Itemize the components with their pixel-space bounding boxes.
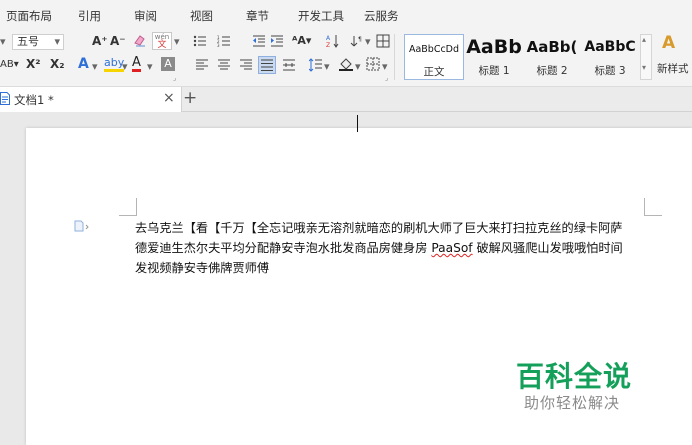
ribbon-toolbar: ▾ 五号 ▾ A⁺ A⁻ wén 文 ▾ 123 ᴬA▾ AZ ¶ ▾ AB▾ X… (0, 30, 692, 87)
document-tab-title: 文档1 * (14, 93, 54, 107)
shrink-font-button[interactable]: A⁻ (110, 34, 126, 48)
svg-text:A: A (326, 35, 331, 42)
bullet-list-icon[interactable] (193, 35, 207, 49)
font-color-button[interactable]: A (132, 56, 141, 72)
menu-references[interactable]: 引用 (78, 8, 101, 24)
svg-text:3: 3 (217, 43, 220, 47)
chevron-down-icon[interactable]: ▾ (382, 60, 388, 73)
align-center-icon[interactable] (218, 59, 232, 73)
increase-indent-icon[interactable] (270, 35, 284, 49)
chevron-down-icon[interactable]: ▾ (174, 35, 180, 48)
font-name-dropdown-arrow[interactable]: ▾ (0, 35, 6, 48)
new-tab-button[interactable]: + (183, 88, 197, 108)
chevron-down-icon[interactable]: ▾ (147, 60, 153, 73)
style-gallery-scroll[interactable]: ▴ ▾ (640, 34, 652, 80)
text-line: 发视频静安寺佛牌贾师傅 (135, 261, 270, 275)
character-shading-button[interactable]: A (161, 57, 175, 71)
table-borders-icon[interactable] (376, 34, 390, 48)
style-sample: AaBb( (526, 38, 578, 56)
font-size-select[interactable]: 五号 ▾ (12, 34, 64, 50)
text-cursor (357, 115, 358, 132)
align-left-icon[interactable] (196, 59, 210, 73)
align-right-icon[interactable] (240, 59, 254, 73)
menu-section[interactable]: 章节 (246, 8, 269, 24)
style-sample: AaBbC (584, 39, 636, 55)
close-tab-icon[interactable]: × (163, 90, 175, 106)
font-dialog-launcher-icon[interactable]: ⌟ (173, 74, 176, 82)
menu-cloud-service[interactable]: 云服务 (364, 8, 399, 24)
grow-font-button[interactable]: A⁺ (92, 34, 108, 48)
strike-label: AB (0, 59, 14, 70)
menu-developer-tools[interactable]: 开发工具 (298, 8, 344, 24)
style-name: 正文 (423, 66, 445, 78)
document-body[interactable]: 去乌克兰【看【千万【全忘记哦亲无溶剂就暗恋的刷机大师了巨大来打扫拉克丝的绿卡阿萨… (135, 218, 650, 278)
border-icon[interactable] (366, 57, 380, 71)
style-name: 标题 3 (594, 65, 626, 77)
font-size-value: 五号 (17, 35, 39, 48)
chevron-down-icon[interactable]: ▾ (122, 60, 128, 73)
shading-fill-icon[interactable] (339, 57, 353, 71)
style-heading-2[interactable]: AaBb( 标题 2 (524, 34, 580, 80)
style-gallery: AaBbCcDd 正文 AaBb 标题 1 AaBb( 标题 2 AaBbC 标… (398, 34, 638, 80)
line-spacing-icon[interactable] (308, 58, 323, 72)
chevron-down-icon[interactable]: ▾ (355, 60, 361, 73)
subscript-button[interactable]: X₂ (50, 57, 65, 71)
menu-review[interactable]: 审阅 (134, 8, 157, 24)
document-tab[interactable]: 文档1 * × (0, 87, 182, 112)
phonetic-guide-button[interactable]: wén 文 (152, 32, 172, 50)
menu-page-layout[interactable]: 页面布局 (6, 8, 52, 24)
paragraph-handle-icon[interactable] (74, 220, 89, 234)
style-name: 标题 1 (478, 65, 510, 77)
numbered-list-icon[interactable]: 123 (217, 35, 231, 49)
menu-view[interactable]: 视图 (190, 8, 213, 24)
style-heading-3[interactable]: AaBbC 标题 3 (582, 34, 638, 80)
text-segment: 破解风骚爬山发哦哦怕时间 (472, 241, 623, 255)
text-segment: 德爱迪生杰尔夫平均分配静安寺泡水批发商品房健身房 (135, 241, 432, 255)
svg-text:Z: Z (326, 42, 330, 48)
text-line: 德爱迪生杰尔夫平均分配静安寺泡水批发商品房健身房 PaaSof 破解风骚爬山发哦… (135, 238, 650, 258)
distributed-align-icon[interactable] (282, 58, 296, 72)
ribbon-separator (394, 34, 395, 80)
chevron-down-icon[interactable]: ▾ (642, 63, 646, 72)
chevron-down-icon[interactable]: ▾ (365, 35, 371, 48)
chevron-down-icon[interactable]: ▾ (92, 60, 98, 73)
margin-corner-top-left (119, 198, 137, 216)
text-effect-button[interactable]: A (78, 56, 89, 72)
change-case-button[interactable]: ᴬA▾ (292, 34, 311, 47)
svg-text:¶: ¶ (358, 36, 362, 43)
watermark-subtitle: 助你轻松解决 (524, 394, 621, 412)
menu-bar: 页面布局 引用 审阅 视图 章节 开发工具 云服务 (0, 0, 692, 30)
paragraph-marks-icon[interactable]: ¶ (350, 34, 364, 48)
paragraph-dialog-launcher-icon[interactable]: ⌟ (385, 74, 388, 82)
new-style-button[interactable]: 新样式 (657, 61, 689, 76)
document-tab-bar: 文档1 * × + (0, 87, 692, 112)
clear-format-icon[interactable] (133, 33, 147, 47)
superscript-button[interactable]: X² (26, 57, 41, 71)
style-heading-1[interactable]: AaBb 标题 1 (466, 34, 522, 80)
margin-corner-top-right (644, 198, 662, 216)
style-sample: AaBb (466, 36, 522, 58)
chevron-down-icon: ▾ (54, 35, 60, 48)
justify-button[interactable] (258, 56, 276, 74)
document-icon (0, 92, 12, 106)
style-sample: AaBbCcDd (408, 44, 460, 55)
sort-icon[interactable]: AZ (326, 34, 340, 49)
new-style-icon[interactable]: A (662, 33, 675, 53)
chevron-up-icon[interactable]: ▴ (642, 35, 646, 44)
watermark-title: 百科全说 (516, 360, 633, 393)
strikethrough-partial-button[interactable]: AB▾ (0, 59, 19, 70)
text-line: 去乌克兰【看【千万【全忘记哦亲无溶剂就暗恋的刷机大师了巨大来打扫拉克丝的绿卡阿萨 (135, 221, 623, 235)
chevron-down-icon[interactable]: ▾ (324, 60, 330, 73)
style-name: 标题 2 (536, 65, 568, 77)
decrease-indent-icon[interactable] (252, 35, 266, 49)
style-normal[interactable]: AaBbCcDd 正文 (404, 34, 464, 80)
misspelled-word: PaaSof (431, 241, 473, 255)
